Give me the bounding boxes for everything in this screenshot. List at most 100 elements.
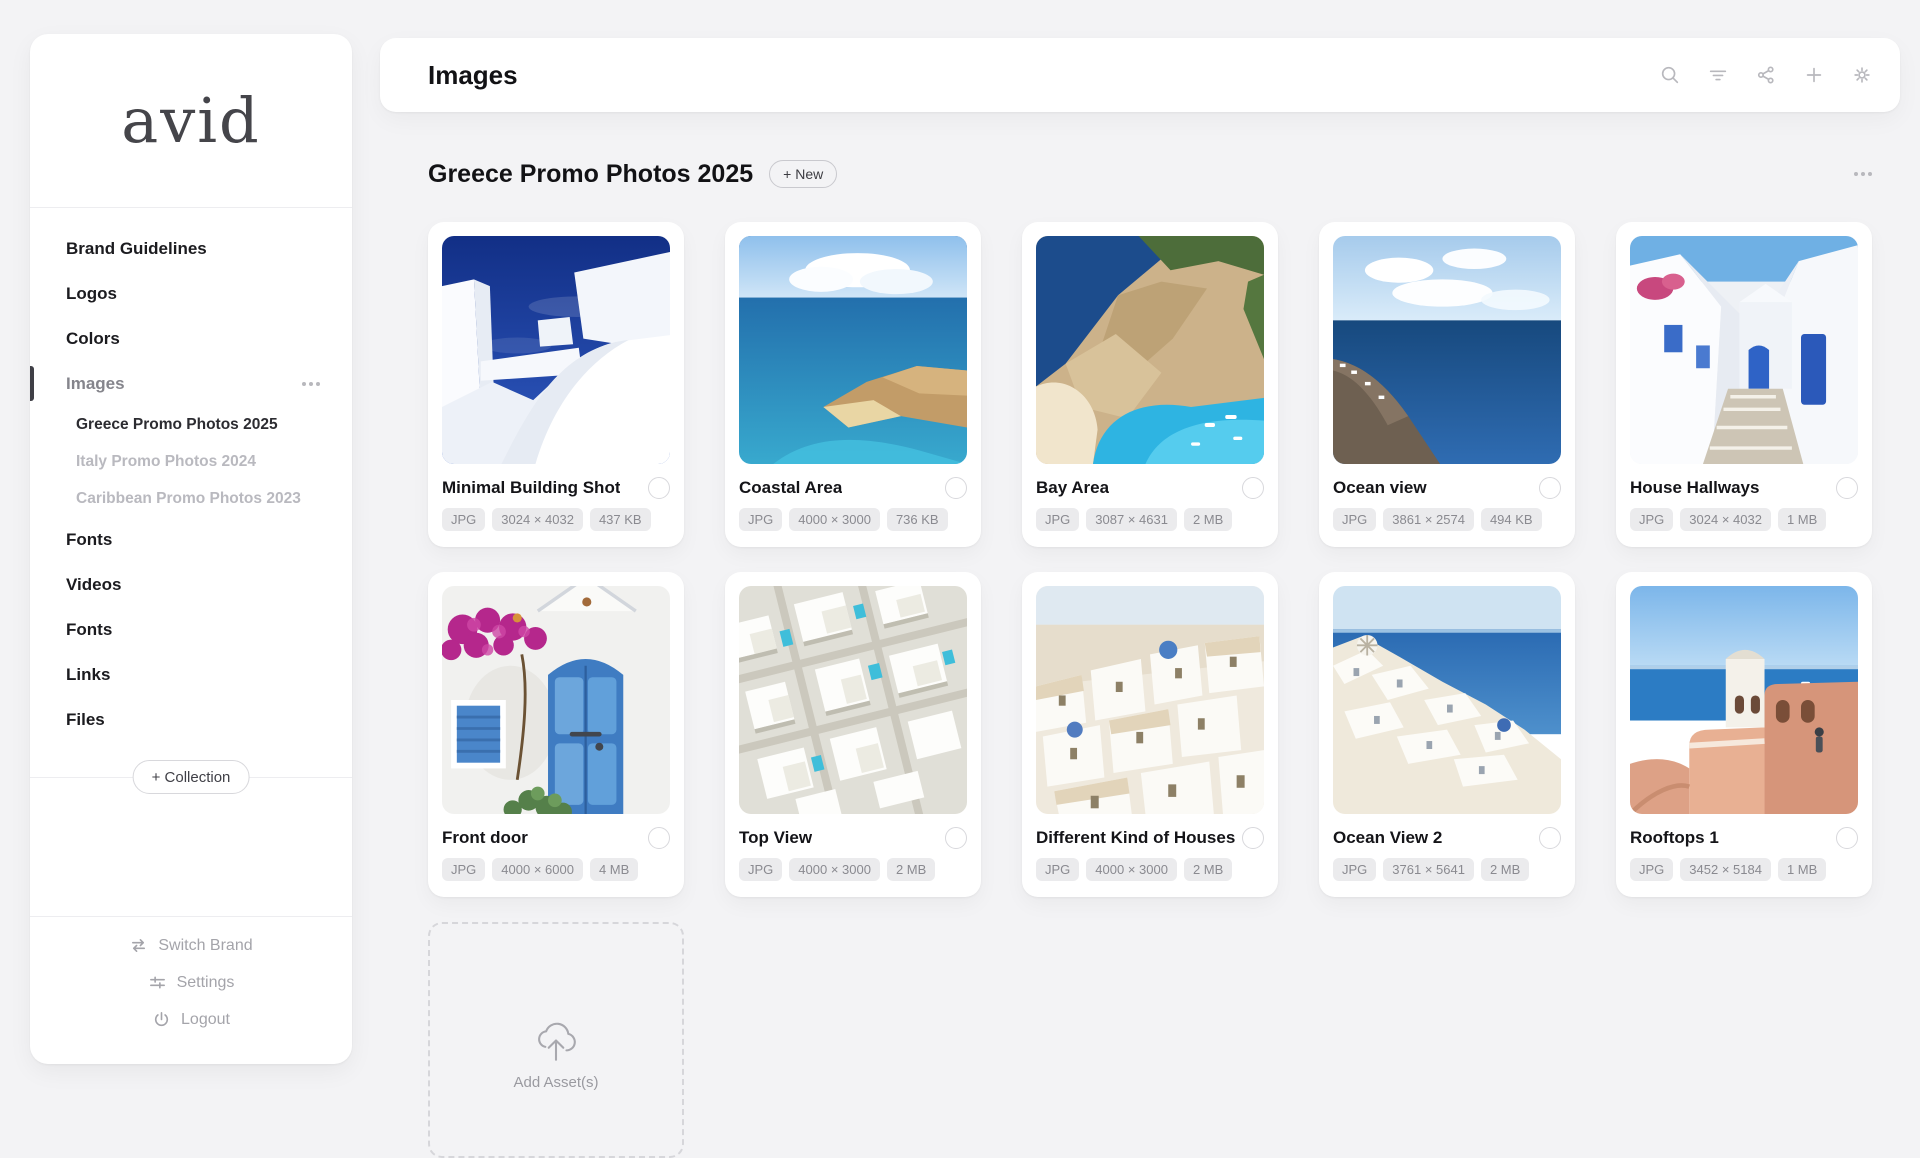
cloud-upload-icon [532, 1020, 580, 1062]
asset-format-badge: JPG [442, 508, 485, 531]
asset-dimensions-badge: 3024 × 4032 [1680, 508, 1771, 531]
asset-thumbnail[interactable] [1333, 586, 1561, 814]
share-icon[interactable] [1754, 63, 1778, 87]
sidebar-collection-caribbean-2023[interactable]: Caribbean Promo Photos 2023 [30, 480, 352, 517]
brand-logo-area: avid [30, 34, 352, 208]
asset-card[interactable]: Rooftops 1 JPG 3452 × 5184 1 MB [1616, 572, 1872, 897]
asset-size-badge: 494 KB [1481, 508, 1542, 531]
more-options-icon[interactable] [302, 382, 320, 386]
asset-select-checkbox[interactable] [945, 827, 967, 849]
add-collection-button[interactable]: + Collection [133, 760, 250, 794]
asset-thumbnail[interactable] [739, 236, 967, 464]
asset-title: Minimal Building Shot [442, 478, 620, 498]
asset-thumbnail[interactable] [1333, 236, 1561, 464]
asset-card[interactable]: Top View JPG 4000 × 3000 2 MB [725, 572, 981, 897]
asset-size-badge: 1 MB [1778, 858, 1826, 881]
sidebar-item-fonts-2[interactable]: Fonts [30, 607, 352, 652]
asset-thumbnail[interactable] [442, 586, 670, 814]
active-indicator-bar [30, 366, 34, 401]
sidebar-item-colors[interactable]: Colors [30, 316, 352, 361]
collection-title: Greece Promo Photos 2025 [428, 160, 753, 189]
asset-dimensions-badge: 4000 × 3000 [1086, 858, 1177, 881]
asset-select-checkbox[interactable] [1836, 827, 1858, 849]
sidebar-item-fonts[interactable]: Fonts [30, 517, 352, 562]
asset-card[interactable]: Bay Area JPG 3087 × 4631 2 MB [1022, 222, 1278, 547]
asset-select-checkbox[interactable] [1242, 477, 1264, 499]
asset-card[interactable]: Minimal Building Shot JPG 3024 × 4032 43… [428, 222, 684, 547]
sidebar-item-brand-guidelines[interactable]: Brand Guidelines [30, 226, 352, 271]
asset-title: Ocean view [1333, 478, 1427, 498]
asset-select-checkbox[interactable] [1539, 827, 1561, 849]
asset-card[interactable]: Ocean View 2 JPG 3761 × 5641 2 MB [1319, 572, 1575, 897]
power-icon [152, 1010, 171, 1029]
asset-card[interactable]: Different Kind of Houses JPG 4000 × 3000… [1022, 572, 1278, 897]
asset-size-badge: 437 KB [590, 508, 651, 531]
asset-dimensions-badge: 4000 × 3000 [789, 508, 880, 531]
asset-dimensions-badge: 3452 × 5184 [1680, 858, 1771, 881]
sidebar-item-files[interactable]: Files [30, 697, 352, 742]
add-assets-dropzone[interactable]: Add Asset(s) [428, 922, 684, 1158]
asset-thumbnail[interactable] [739, 586, 967, 814]
main-content: Images Greece Promo Photos 2025 + New [380, 0, 1900, 1158]
asset-select-checkbox[interactable] [1836, 477, 1858, 499]
asset-title: Rooftops 1 [1630, 828, 1719, 848]
asset-card[interactable]: Coastal Area JPG 4000 × 3000 736 KB [725, 222, 981, 547]
logout-button[interactable]: Logout [30, 1001, 352, 1038]
search-icon[interactable] [1658, 63, 1682, 87]
asset-size-badge: 2 MB [887, 858, 935, 881]
asset-thumbnail[interactable] [1630, 586, 1858, 814]
asset-thumbnail[interactable] [1036, 236, 1264, 464]
brand-logo: avid [121, 84, 261, 157]
asset-size-badge: 1 MB [1778, 508, 1826, 531]
asset-card[interactable]: House Hallways JPG 3024 × 4032 1 MB [1616, 222, 1872, 547]
asset-format-badge: JPG [1333, 508, 1376, 531]
asset-card[interactable]: Ocean view JPG 3861 × 2574 494 KB [1319, 222, 1575, 547]
asset-select-checkbox[interactable] [945, 477, 967, 499]
sidebar-item-images[interactable]: Images [30, 361, 352, 406]
sidebar-item-logos[interactable]: Logos [30, 271, 352, 316]
asset-title: Top View [739, 828, 812, 848]
gear-icon[interactable] [1850, 63, 1874, 87]
asset-title: Different Kind of Houses [1036, 828, 1235, 848]
sidebar-collection-greece-2025[interactable]: Greece Promo Photos 2025 [30, 406, 352, 443]
asset-format-badge: JPG [1630, 858, 1673, 881]
asset-format-badge: JPG [1333, 858, 1376, 881]
collection-more-options-icon[interactable] [1854, 172, 1872, 176]
switch-brand-button[interactable]: Switch Brand [30, 927, 352, 964]
asset-select-checkbox[interactable] [1242, 827, 1264, 849]
sidebar-item-videos[interactable]: Videos [30, 562, 352, 607]
asset-title: Ocean View 2 [1333, 828, 1442, 848]
asset-format-badge: JPG [1036, 508, 1079, 531]
asset-thumbnail[interactable] [1630, 236, 1858, 464]
page-header: Images [380, 38, 1900, 112]
filter-icon[interactable] [1706, 63, 1730, 87]
add-icon[interactable] [1802, 63, 1826, 87]
asset-title: Coastal Area [739, 478, 842, 498]
asset-dimensions-badge: 3861 × 2574 [1383, 508, 1474, 531]
sidebar-collection-italy-2024[interactable]: Italy Promo Photos 2024 [30, 443, 352, 480]
asset-card[interactable]: Front door JPG 4000 × 6000 4 MB [428, 572, 684, 897]
sidebar-item-links[interactable]: Links [30, 652, 352, 697]
asset-thumbnail[interactable] [1036, 586, 1264, 814]
sidebar-footer: Switch Brand Settings Logout [30, 906, 352, 1064]
asset-select-checkbox[interactable] [648, 827, 670, 849]
sidebar: avid Brand Guidelines Logos Colors Image… [30, 34, 352, 1064]
collection-header: Greece Promo Photos 2025 + New [380, 156, 1900, 192]
switch-brand-icon [129, 936, 148, 955]
asset-title: House Hallways [1630, 478, 1759, 498]
asset-dimensions-badge: 4000 × 3000 [789, 858, 880, 881]
settings-button[interactable]: Settings [30, 964, 352, 1001]
new-asset-button[interactable]: + New [769, 160, 837, 188]
asset-thumbnail[interactable] [442, 236, 670, 464]
asset-select-checkbox[interactable] [1539, 477, 1561, 499]
page-title: Images [428, 60, 518, 91]
asset-title: Front door [442, 828, 528, 848]
asset-dimensions-badge: 3087 × 4631 [1086, 508, 1177, 531]
asset-dimensions-badge: 3024 × 4032 [492, 508, 583, 531]
asset-size-badge: 2 MB [1184, 858, 1232, 881]
asset-dimensions-badge: 4000 × 6000 [492, 858, 583, 881]
asset-format-badge: JPG [442, 858, 485, 881]
sidebar-nav: Brand Guidelines Logos Colors Images Gre… [30, 208, 352, 794]
collections-divider: + Collection [30, 760, 352, 794]
asset-select-checkbox[interactable] [648, 477, 670, 499]
